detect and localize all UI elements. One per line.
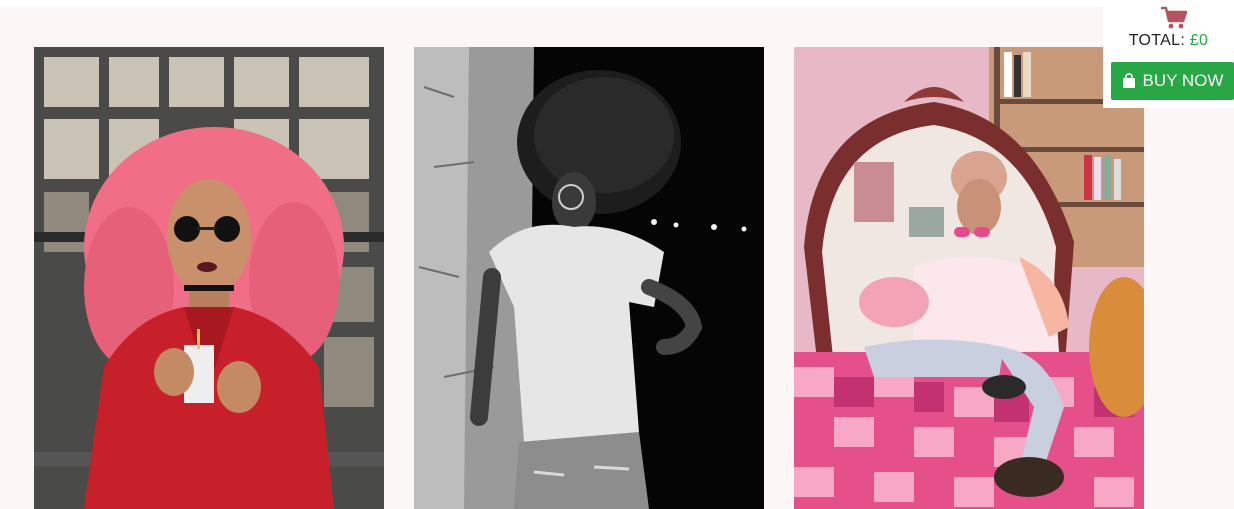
product-image-3[interactable] bbox=[794, 47, 1144, 509]
shopping-bag-icon bbox=[1122, 73, 1135, 88]
photo-bw-afro-white-tee bbox=[414, 47, 764, 509]
cart-summary: TOTAL: £0 BUY NOW bbox=[1103, 0, 1234, 108]
product-image-1[interactable] bbox=[34, 47, 384, 509]
cart-total-label: TOTAL: bbox=[1128, 32, 1186, 49]
photo-pink-quilt-mirror bbox=[794, 47, 1144, 509]
product-image-2[interactable] bbox=[414, 47, 764, 509]
cart-total-value: £0 bbox=[1189, 32, 1209, 49]
photo-pink-hair-red-jacket bbox=[34, 47, 384, 509]
cart-total: TOTAL: £0 bbox=[1103, 32, 1234, 50]
shopping-cart-icon[interactable] bbox=[1160, 6, 1188, 30]
buy-now-button[interactable]: BUY NOW bbox=[1111, 62, 1234, 100]
buy-now-label: BUY NOW bbox=[1142, 71, 1224, 90]
